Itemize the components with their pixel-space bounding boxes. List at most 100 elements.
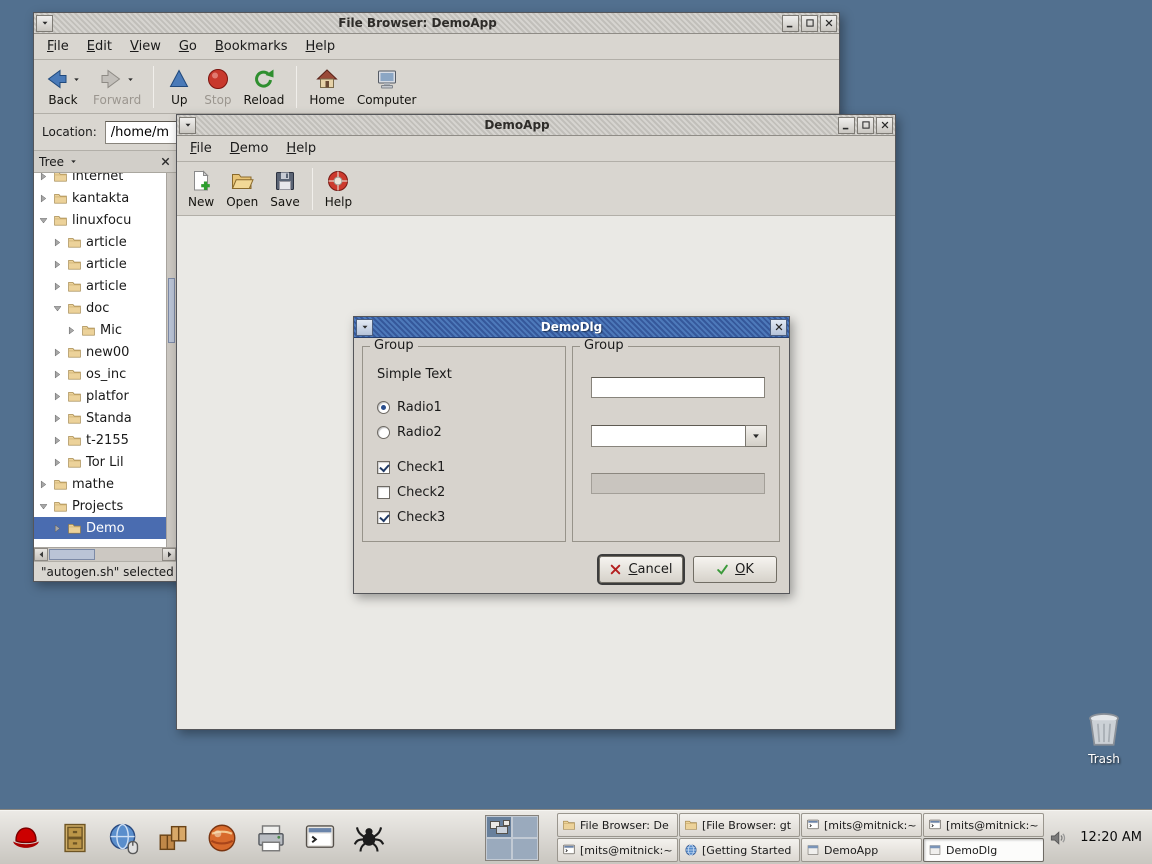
tree-item-kantakta[interactable]: kantakta [34,187,166,209]
tree-horizontal-scrollbar[interactable] [34,547,176,561]
maximize-button[interactable] [857,117,874,134]
task-file-browser-de[interactable]: File Browser: De [557,813,678,837]
expander-closed-icon[interactable] [52,457,63,468]
task-mits-mitnick[interactable]: [mits@mitnick:~ [923,813,1044,837]
close-button[interactable] [820,15,837,32]
menu-file[interactable]: File [182,137,220,160]
tree-item-standa[interactable]: Standa [34,407,166,429]
tree-item-new00[interactable]: new00 [34,341,166,363]
expander-closed-icon[interactable] [52,281,63,292]
volume-icon[interactable] [1048,828,1068,848]
task-getting-started[interactable]: [Getting Started [679,838,800,862]
scrollbar-track[interactable] [48,548,162,561]
expander-closed-icon[interactable] [52,369,63,380]
check-check3[interactable]: Check3 [377,510,565,525]
window-menu-button[interactable] [36,15,53,32]
tree-vertical-scrollbar[interactable] [166,173,176,547]
expander-closed-icon[interactable] [52,259,63,270]
expander-closed-icon[interactable] [52,523,63,534]
trash-desktop-icon[interactable]: Trash [1076,708,1132,766]
new-button[interactable]: New [183,166,219,211]
close-button[interactable] [770,319,787,336]
back-button[interactable]: Back [40,64,86,109]
expander-closed-icon[interactable] [38,479,49,490]
expander-open-icon[interactable] [38,215,49,226]
web-globe-launcher[interactable] [104,816,144,860]
task-demodlg[interactable]: DemoDlg [923,838,1044,862]
text-entry[interactable] [591,377,765,398]
save-button[interactable]: Save [265,166,304,211]
combo-box[interactable] [591,425,767,447]
menu-view[interactable]: View [122,35,169,58]
file-cabinet-launcher[interactable] [55,816,95,860]
radio-radio2[interactable]: Radio2 [377,425,565,440]
window-menu-button[interactable] [179,117,196,134]
task-mits-mitnick[interactable]: [mits@mitnick:~ [801,813,922,837]
open-button[interactable]: Open [221,166,263,211]
ok-button[interactable]: OK [693,556,777,583]
tree-item-doc[interactable]: doc [34,297,166,319]
menu-demo[interactable]: Demo [222,137,277,160]
computer-button[interactable]: Computer [352,64,422,109]
scroll-left-button[interactable] [34,548,48,561]
radio-control[interactable] [377,426,390,439]
expander-closed-icon[interactable] [52,237,63,248]
tree-item-article[interactable]: article [34,253,166,275]
help-button[interactable]: Help [320,166,357,211]
reload-button[interactable]: Reload [239,64,290,109]
menu-edit[interactable]: Edit [79,35,120,58]
combo-entry[interactable] [591,425,745,447]
printer-launcher[interactable] [251,816,291,860]
cancel-button[interactable]: Cancel [599,556,683,583]
minimize-button[interactable] [838,117,855,134]
redhat-menu-launcher[interactable] [6,816,46,860]
expander-open-icon[interactable] [38,501,49,512]
tree-item-platfor[interactable]: platfor [34,385,166,407]
tree-item-t-2155[interactable]: t-2155 [34,429,166,451]
menu-file[interactable]: File [39,35,77,58]
workspace-4[interactable] [512,838,538,860]
menu-go[interactable]: Go [171,35,205,58]
tree-item-article[interactable]: article [34,231,166,253]
tree-item-article[interactable]: article [34,275,166,297]
workspace-1[interactable] [486,816,512,838]
tree-item-internet[interactable]: internet [34,173,166,187]
menu-help[interactable]: Help [298,35,344,58]
workspace-switcher[interactable] [485,815,539,861]
maximize-button[interactable] [801,15,818,32]
expander-closed-icon[interactable] [38,193,49,204]
task-demoapp[interactable]: DemoApp [801,838,922,862]
workspace-3[interactable] [486,838,512,860]
tree-item-linuxfocu[interactable]: linuxfocu [34,209,166,231]
side-pane-header[interactable]: Tree [34,151,176,173]
mozilla-launcher[interactable] [202,816,242,860]
check-check1[interactable]: Check1 [377,460,565,475]
radio-control[interactable] [377,401,390,414]
tree-item-projects[interactable]: Projects [34,495,166,517]
tree-item-demo[interactable]: Demo [34,517,166,539]
scrollbar-thumb[interactable] [49,549,95,560]
chevron-down-icon[interactable] [72,75,81,84]
check-control[interactable] [377,486,390,499]
side-pane-close-button[interactable] [160,156,171,167]
tree-item-tor-lil[interactable]: Tor Lil [34,451,166,473]
task-mits-mitnick[interactable]: [mits@mitnick:~ [557,838,678,862]
terminal-launcher[interactable] [300,816,340,860]
task-file-browser-gt[interactable]: [File Browser: gt [679,813,800,837]
combo-dropdown-button[interactable] [745,425,767,447]
menu-bookmarks[interactable]: Bookmarks [207,35,296,58]
minimize-button[interactable] [782,15,799,32]
tree-item-os-inc[interactable]: os_inc [34,363,166,385]
expander-closed-icon[interactable] [38,173,49,182]
file-browser-titlebar[interactable]: File Browser: DemoApp [34,13,839,34]
expander-closed-icon[interactable] [52,347,63,358]
expander-closed-icon[interactable] [52,391,63,402]
check-check2[interactable]: Check2 [377,485,565,500]
demodlg-titlebar[interactable]: DemoDlg [354,317,789,338]
demoapp-titlebar[interactable]: DemoApp [177,115,895,136]
expander-closed-icon[interactable] [52,435,63,446]
spider-launcher[interactable] [349,816,389,860]
package-launcher[interactable] [153,816,193,860]
expander-closed-icon[interactable] [66,325,77,336]
scroll-right-button[interactable] [162,548,176,561]
